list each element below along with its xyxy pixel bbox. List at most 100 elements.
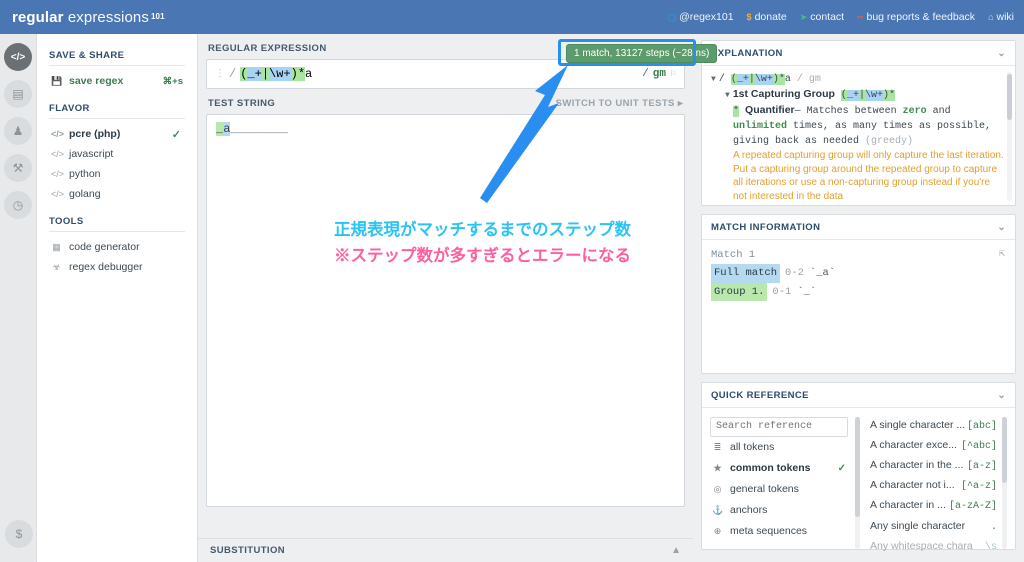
test-string-input[interactable]: _a________ bbox=[206, 114, 685, 507]
nav-link-wiki[interactable]: ⌂ wiki bbox=[988, 11, 1014, 23]
quickref-category-anchors[interactable]: ⚓ anchors bbox=[710, 500, 848, 521]
sidebar-label-regex-debugger: regex debugger bbox=[69, 261, 143, 273]
dollar-icon: $ bbox=[746, 11, 752, 22]
sidebar-item-flavor-javascript[interactable]: </> javascript bbox=[49, 144, 185, 164]
wrench-icon[interactable]: ⚒ bbox=[4, 154, 32, 182]
explanation-group-title: 1st Capturing Group bbox=[732, 88, 835, 100]
quick-reference-body: ≣ all tokens ★ common tokens ✓ ◎ general… bbox=[702, 408, 1015, 551]
quickref-category-label: meta sequences bbox=[730, 525, 808, 537]
sidebar-item-regex-debugger[interactable]: ☣ regex debugger bbox=[49, 257, 185, 277]
nav-link-twitter[interactable]: ▢ @regex101 bbox=[668, 11, 734, 23]
nav-label-twitter: @regex101 bbox=[679, 11, 734, 23]
quickref-category-common-tokens[interactable]: ★ common tokens ✓ bbox=[710, 458, 848, 479]
match-row-group1: Group 1. 0-1 `_` bbox=[711, 282, 1006, 302]
match-result-badge: 1 match, 13127 steps (~28ms) bbox=[566, 44, 718, 63]
quickref-token-desc: Any whitespace chara bbox=[870, 539, 973, 551]
quickref-token-code: [a-z] bbox=[966, 460, 997, 472]
code-icon: </> bbox=[51, 149, 65, 159]
test-string-remainder: ________ bbox=[230, 122, 289, 136]
match-row-tag: Full match bbox=[711, 264, 781, 283]
bank-icon: ⌂ bbox=[988, 11, 994, 22]
quickref-category-label: common tokens bbox=[730, 462, 811, 474]
regex-pattern: (_+|\w+)*a bbox=[240, 67, 642, 81]
sidebar-item-flavor-python[interactable]: </> python bbox=[49, 164, 185, 184]
meta-icon: ⊕ bbox=[713, 525, 722, 536]
quick-reference-tokens: A single character ... [abc] A character … bbox=[868, 415, 1007, 551]
substitution-bar[interactable]: SUBSTITUTION ▲ bbox=[198, 538, 693, 562]
quickref-token-desc: Any single character bbox=[870, 519, 966, 532]
disclosure-triangle-icon[interactable]: ▼ bbox=[711, 75, 716, 84]
quick-reference-header[interactable]: QUICK REFERENCE ⌄ bbox=[702, 383, 1015, 408]
quickref-categories-scrollbar-thumb[interactable] bbox=[855, 417, 860, 517]
save-regex-shortcut: ⌘+s bbox=[162, 75, 183, 87]
nav-link-contact[interactable]: ➤ contact bbox=[800, 11, 844, 23]
regex101-app: regular expressions 101 ▢ @regex101 $ donat… bbox=[0, 0, 1024, 562]
sidebar-item-flavor-golang[interactable]: </> golang bbox=[49, 184, 185, 204]
sidebar-item-code-generator[interactable]: ▦ code generator bbox=[49, 237, 185, 257]
quickref-token-desc: A single character ... bbox=[870, 418, 966, 431]
chevron-down-icon[interactable]: ⌄ bbox=[997, 222, 1006, 233]
explanation-header[interactable]: EXPLANATION ⌄ bbox=[702, 41, 1015, 66]
code-icon: </> bbox=[51, 169, 65, 179]
quickref-category-label: anchors bbox=[730, 504, 768, 516]
quickref-tokens-scrollbar-thumb[interactable] bbox=[1002, 417, 1007, 483]
donate-icon[interactable]: $ bbox=[5, 520, 33, 548]
switch-to-unit-tests-button[interactable]: SWITCH TO UNIT TESTS ▸ bbox=[556, 98, 683, 109]
target-icon: ◎ bbox=[713, 483, 722, 494]
match-information-header[interactable]: MATCH INFORMATION ⌄ bbox=[702, 215, 1015, 240]
star-icon: ★ bbox=[713, 462, 722, 473]
quickref-token-row[interactable]: A character not i... [^a-z] bbox=[868, 476, 1007, 496]
sidebar-item-save-regex[interactable]: 💾 save regex ⌘+s bbox=[49, 71, 185, 91]
search-reference-input[interactable] bbox=[710, 416, 848, 437]
explanation-alternative-title: 1st Alternative bbox=[733, 206, 805, 207]
quickref-token-desc: A character exce... bbox=[870, 438, 957, 451]
disclosure-triangle-icon[interactable]: ▼ bbox=[725, 91, 730, 100]
quickref-category-meta-sequences[interactable]: ⊕ meta sequences bbox=[710, 521, 848, 542]
code-icon: </> bbox=[51, 189, 65, 199]
explanation-scrollbar-thumb[interactable] bbox=[1007, 74, 1012, 120]
quickref-token-row[interactable]: Any single character. bbox=[868, 516, 1007, 536]
chat-icon[interactable]: ◷ bbox=[4, 191, 32, 219]
chevron-up-icon[interactable]: ▲ bbox=[671, 545, 681, 556]
annotation-line-1: 正規表現がマッチするまでのステップ数 bbox=[334, 221, 631, 239]
sidebar-item-flavor-pcre[interactable]: </> pcre (php) ✓ bbox=[49, 124, 185, 144]
sidebar-header-tools: TOOLS bbox=[49, 210, 185, 232]
quickref-category-general-tokens[interactable]: ◎ general tokens bbox=[710, 479, 848, 500]
flags-slash: / bbox=[642, 68, 649, 80]
code-icon[interactable]: </> bbox=[4, 43, 32, 71]
regex-flags[interactable]: / gm ⚐ bbox=[642, 68, 676, 80]
left-sidebar: SAVE & SHARE 💾 save regex ⌘+s FLAVOR </>… bbox=[37, 34, 198, 562]
match-row-range: 0-1 bbox=[772, 285, 792, 298]
nav-link-donate[interactable]: $ donate bbox=[747, 11, 787, 23]
quickref-token-row[interactable]: A single character ... [abc] bbox=[868, 415, 1007, 435]
center-column: REGULAR EXPRESSION ⋮ / (_+|\w+)*a / gm ⚐… bbox=[198, 34, 693, 562]
annotation-text: 正規表現がマッチするまでのステップ数 ※ステップ数が多すぎるとエラーになる bbox=[285, 218, 680, 269]
explanation-quantifier-line: * Quantifier— Matches between zero and u… bbox=[733, 103, 1006, 149]
test-string-label-text: TEST STRING bbox=[208, 98, 276, 109]
regex-options-icon[interactable]: ⋮ bbox=[215, 68, 225, 80]
quick-reference-panel: QUICK REFERENCE ⌄ ≣ all tokens ★ common … bbox=[701, 382, 1016, 551]
sidebar-label-save-regex: save regex bbox=[69, 75, 124, 87]
chevron-down-icon[interactable]: ⌄ bbox=[997, 390, 1006, 401]
account-icon[interactable]: ♟ bbox=[4, 117, 32, 145]
quickref-token-row[interactable]: A character in the ... [a-z] bbox=[868, 455, 1007, 475]
explanation-root-line: ▼ / (_+|\w+)*a / gm bbox=[711, 74, 821, 85]
sidebar-label-flavor-python: python bbox=[69, 168, 101, 180]
library-icon[interactable]: ▤ bbox=[4, 80, 32, 108]
quickref-token-row[interactable]: Any whitespace chara \s bbox=[868, 536, 1007, 551]
quickref-category-all-tokens[interactable]: ≣ all tokens bbox=[710, 437, 848, 458]
regex-label-text: REGULAR EXPRESSION bbox=[208, 43, 327, 54]
regex-input[interactable]: ⋮ / (_+|\w+)*a / gm ⚐ bbox=[206, 59, 685, 89]
substitution-label: SUBSTITUTION bbox=[210, 545, 285, 556]
quickref-token-row[interactable]: A character exce... [^abc] bbox=[868, 435, 1007, 455]
quickref-token-desc: A character in the ... bbox=[870, 458, 964, 471]
match-information-body: Match 1 ⇱ Full match 0-2 `_a` Group 1. 0-1 `… bbox=[702, 240, 1015, 309]
match-row-tag: Group 1. bbox=[711, 282, 768, 302]
quickref-token-row[interactable]: A character in ... [a-zA-Z] bbox=[868, 496, 1007, 516]
export-matches-icon[interactable]: ⇱ bbox=[999, 246, 1005, 264]
site-logo[interactable]: regular expressions 101 bbox=[0, 9, 165, 26]
flag-icon[interactable]: ⚐ bbox=[670, 68, 676, 80]
chevron-down-icon[interactable]: ⌄ bbox=[997, 48, 1006, 59]
nav-link-bugs[interactable]: ▪▪ bug reports & feedback bbox=[857, 11, 975, 23]
code-icon: </> bbox=[51, 129, 65, 139]
